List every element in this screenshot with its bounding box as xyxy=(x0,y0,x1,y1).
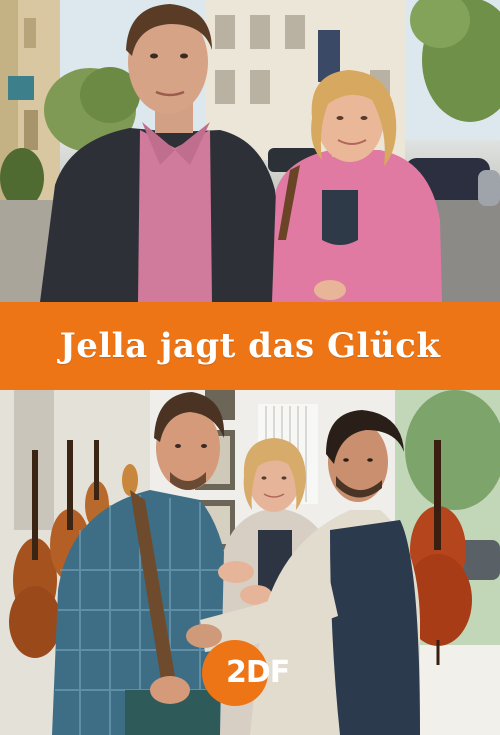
top-photo-illustration xyxy=(0,0,500,302)
title-band: Jella jagt das Glück xyxy=(0,302,500,390)
top-photo xyxy=(0,0,500,302)
poster-title: Jella jagt das Glück xyxy=(59,326,441,366)
broadcaster-logo: 2DF xyxy=(202,640,320,706)
movie-poster: Jella jagt das Glück 2DF xyxy=(0,0,500,735)
logo-text: 2DF xyxy=(226,655,290,690)
